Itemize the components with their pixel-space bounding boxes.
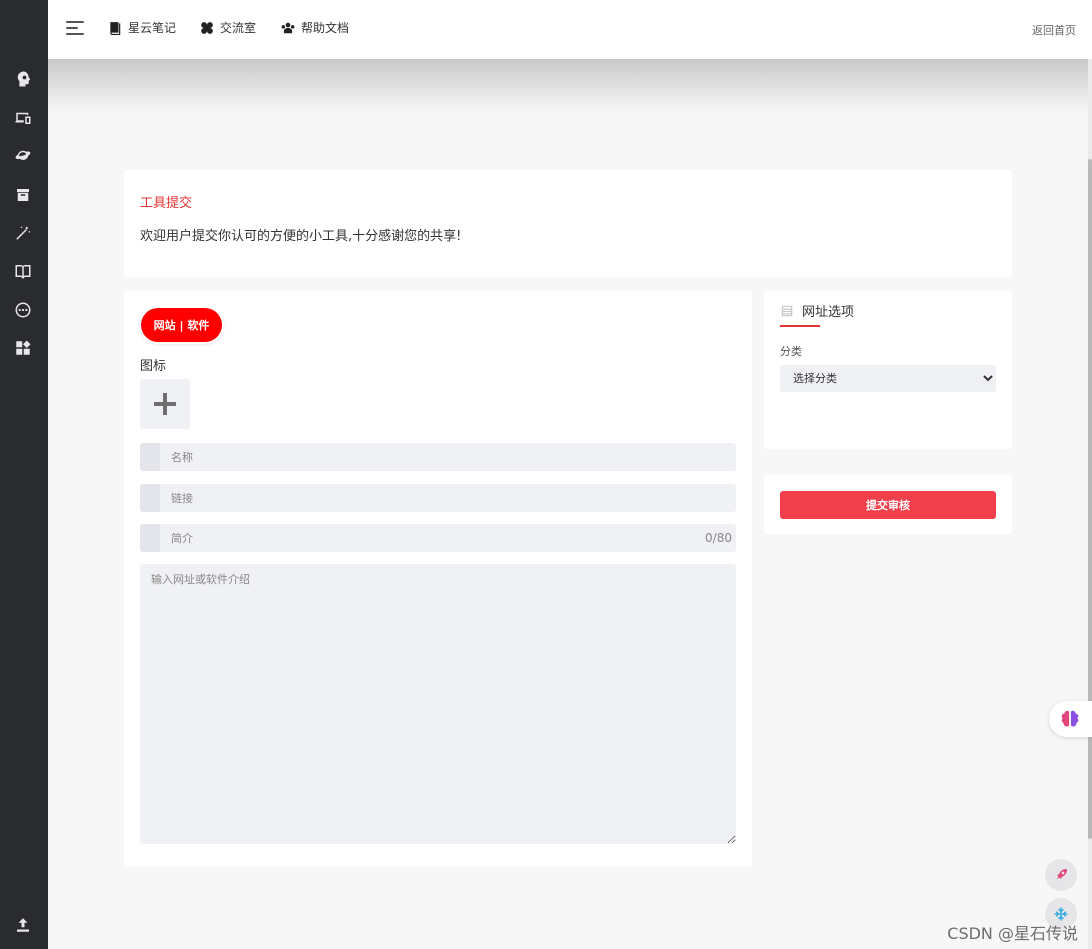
clover-icon: [201, 21, 213, 34]
head-gear-icon[interactable]: [12, 68, 34, 90]
rocket-icon: [1057, 869, 1067, 879]
url-options-card: 网址选项 分类 选择分类: [764, 291, 1012, 449]
link-field: [140, 484, 736, 512]
field-addon: [140, 443, 160, 471]
upload-icon[interactable]: [12, 914, 34, 936]
plus-icon: [154, 393, 176, 415]
field-addon: [140, 484, 160, 512]
summary-field: 0/80: [140, 524, 736, 552]
options-title-underline: [780, 325, 820, 327]
category-label: 分类: [780, 345, 802, 358]
help-group-icon: [281, 22, 295, 33]
notebook-icon: [110, 21, 121, 35]
intro-text: 欢迎用户提交你认可的方便的小工具,十分感谢您的共享!: [140, 229, 462, 244]
ai-assistant-button[interactable]: [1049, 701, 1092, 737]
header-shadow: [48, 59, 1088, 113]
book-icon[interactable]: [12, 260, 34, 282]
nav-item-label: 帮助文档: [301, 21, 350, 35]
submit-form-card: 网站 | 软件 图标 0/80: [124, 291, 752, 867]
type-tag-button[interactable]: 网站 | 软件: [141, 308, 222, 342]
nav-item-help[interactable]: 帮助文档: [281, 19, 349, 36]
list-icon: [781, 305, 793, 316]
box-icon[interactable]: [12, 184, 34, 206]
submit-card: 提交审核: [764, 475, 1012, 534]
page-title: 工具提交: [140, 196, 193, 211]
apps-icon[interactable]: [12, 337, 34, 359]
icon-label: 图标: [140, 359, 167, 374]
intro-card: 工具提交 欢迎用户提交你认可的方便的小工具,十分感谢您的共享!: [124, 170, 1012, 277]
more-circle-icon[interactable]: [12, 299, 34, 321]
icon-upload-button[interactable]: [140, 379, 190, 429]
name-input[interactable]: [160, 443, 700, 471]
summary-counter: 0/80: [705, 531, 732, 545]
options-title: 网址选项: [802, 305, 855, 320]
watermark-text: CSDN @星石传说: [947, 924, 1078, 943]
magic-wand-icon[interactable]: [12, 222, 34, 244]
planet-icon[interactable]: [12, 145, 34, 167]
submit-review-button[interactable]: 提交审核: [780, 491, 996, 519]
field-addon: [140, 524, 160, 552]
name-field: [140, 443, 736, 471]
scrollbar-thumb[interactable]: [1088, 159, 1092, 839]
summary-input[interactable]: [160, 524, 700, 552]
nav-item-label: 星云笔记: [128, 21, 177, 35]
category-select[interactable]: 选择分类: [780, 365, 996, 392]
nav-item-label: 交流室: [220, 21, 257, 35]
options-header: 网址选项: [780, 301, 854, 320]
rocket-button[interactable]: [1045, 859, 1077, 891]
brain-icon: [1061, 710, 1079, 727]
scrollbar-track[interactable]: [1088, 59, 1092, 949]
link-input[interactable]: [160, 484, 700, 512]
left-sidebar: [0, 0, 48, 949]
nav-item-notes[interactable]: 星云笔记: [108, 19, 176, 36]
menu-toggle-icon[interactable]: [66, 21, 84, 37]
back-home-link[interactable]: 返回首页: [1032, 22, 1076, 38]
description-textarea[interactable]: [140, 564, 736, 844]
devices-icon[interactable]: [12, 107, 34, 129]
nav-item-chatroom[interactable]: 交流室: [200, 19, 256, 36]
top-bar: 星云笔记 交流室 帮助文档 返回首页: [48, 0, 1092, 59]
